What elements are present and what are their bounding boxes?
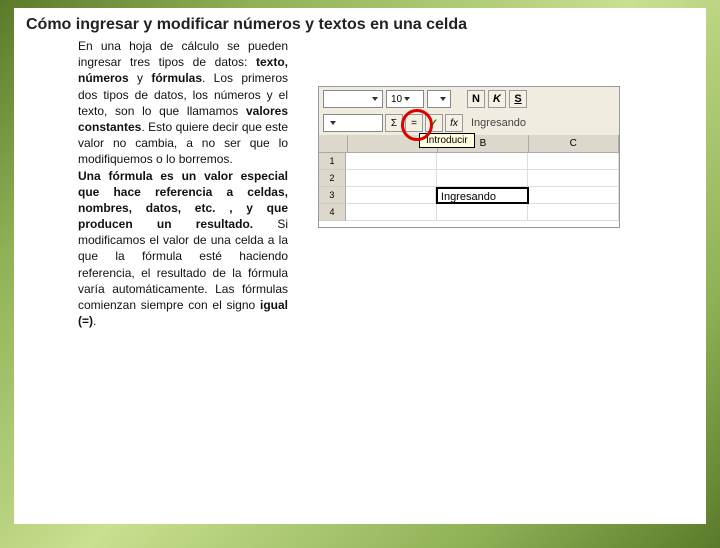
row-3-header[interactable]: 3 <box>319 187 346 204</box>
body-text: En una hoja de cálculo se pueden ingresa… <box>78 38 288 329</box>
page-title: Cómo ingresar y modificar números y text… <box>26 16 694 34</box>
format-toolbar: 10 N K S <box>319 87 619 112</box>
fx-icon[interactable]: fx <box>445 114 463 132</box>
fx-label: fx <box>450 118 458 129</box>
font-name-dropdown[interactable] <box>323 90 383 108</box>
col-c-header[interactable]: C <box>529 135 619 153</box>
t-s6: . <box>93 314 96 328</box>
name-box[interactable] <box>323 114 383 132</box>
chevron-down-icon <box>372 97 378 101</box>
active-cell[interactable]: Ingresando <box>436 187 529 204</box>
t-s5: Si modificamos el valor de una celda a l… <box>78 217 288 312</box>
row-4-header[interactable]: 4 <box>319 204 346 221</box>
row-2-header[interactable]: 2 <box>319 170 346 187</box>
bold-button[interactable]: N <box>467 90 485 108</box>
spreadsheet-screenshot: 10 N K S Σ = ✓ fx Ingresando Introducir … <box>318 86 620 228</box>
underline-button[interactable]: S <box>509 90 527 108</box>
formula-input[interactable]: Ingresando <box>471 117 526 129</box>
cells-grid: 1 2 3 Ingresando 4 <box>319 153 619 227</box>
font-size-value: 10 <box>391 94 402 105</box>
t-b2: fórmulas <box>151 71 202 85</box>
chevron-down-icon <box>404 97 410 101</box>
font-size-dropdown[interactable]: 10 <box>386 90 424 108</box>
highlight-circle <box>401 109 433 141</box>
text-cursor <box>528 190 529 203</box>
cell-value: Ingresando <box>441 191 496 203</box>
italic-button[interactable]: K <box>488 90 506 108</box>
chevron-down-icon <box>330 121 336 125</box>
t-s2: y <box>129 71 152 85</box>
style-dropdown[interactable] <box>427 90 451 108</box>
chevron-down-icon <box>440 97 446 101</box>
row-1-header[interactable]: 1 <box>319 153 346 170</box>
